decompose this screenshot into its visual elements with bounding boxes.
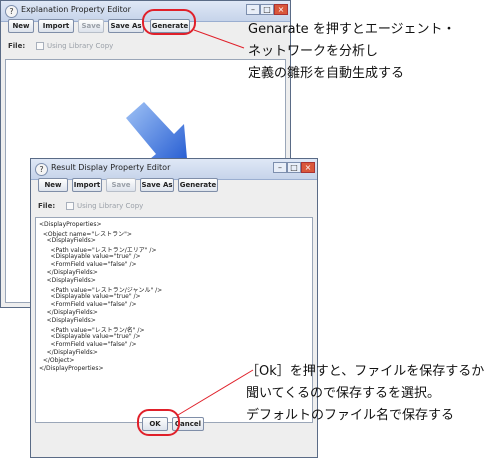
bottom-leader-line [177,369,254,416]
top-leader-line [193,29,245,49]
annotation-bottom-line-1: ［Ok］を押すと、ファイルを保存するか [246,364,485,379]
annotation-top-line-1: Genarate を押すとエージェント・ [248,22,456,37]
annotation-top-line-3: 定義の雛形を自動生成する [248,66,405,81]
annotation-bottom-line-3: デフォルトのファイル名で保存する [246,408,455,423]
annotation-top-line-2: ネットワークを分析し [248,44,379,59]
annotation-bottom-line-2: 聞いてくるので保存するを選択。 [246,386,440,401]
